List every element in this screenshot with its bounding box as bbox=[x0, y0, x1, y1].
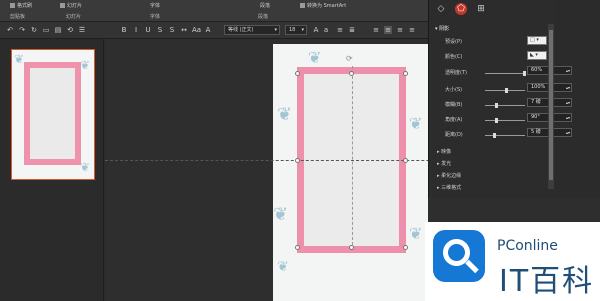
resize-handle[interactable] bbox=[403, 158, 408, 163]
redo-icon[interactable]: ↷ bbox=[18, 26, 26, 34]
layout-icon[interactable]: ▤ bbox=[54, 26, 62, 34]
resize-handle[interactable] bbox=[295, 158, 300, 163]
size-label: 大小(S) bbox=[445, 87, 463, 93]
leaf-decoration: ❦ bbox=[409, 224, 423, 243]
change-case-icon[interactable]: Aa bbox=[192, 26, 201, 34]
ribbon-paragraph-group: 段落 bbox=[260, 3, 271, 9]
angle-slider[interactable] bbox=[485, 118, 525, 123]
fill-line-tab-icon[interactable]: ◇ bbox=[435, 3, 447, 15]
justify-icon[interactable]: ≡ bbox=[408, 26, 416, 34]
scrollbar-thumb[interactable] bbox=[549, 30, 553, 180]
resize-handle[interactable] bbox=[295, 245, 300, 250]
thumbnail-pink-frame bbox=[24, 62, 81, 165]
slider-knob[interactable] bbox=[523, 71, 526, 76]
bold-icon[interactable]: B bbox=[120, 26, 128, 34]
italic-icon[interactable]: I bbox=[132, 26, 140, 34]
size-properties-tab-icon[interactable]: ⊞ bbox=[475, 3, 487, 15]
align-center-icon[interactable]: ≡ bbox=[384, 26, 392, 34]
resize-handle[interactable] bbox=[349, 245, 354, 250]
slider-knob[interactable] bbox=[495, 103, 498, 108]
leaf-decoration: ❦ bbox=[409, 114, 423, 133]
preset-label: 预设(P) bbox=[445, 39, 462, 45]
font-shrink-icon[interactable]: a bbox=[322, 26, 330, 34]
shadow-text-icon[interactable]: S bbox=[168, 26, 176, 34]
leaf-decoration: ❦ bbox=[14, 52, 25, 66]
char-spacing-icon[interactable]: ↔ bbox=[180, 26, 188, 34]
pconline-logo-icon bbox=[433, 230, 485, 282]
shadow-section-header[interactable]: ▾ 阴影 bbox=[435, 25, 449, 32]
leaf-decoration: ❦ bbox=[308, 48, 322, 67]
slide-thumbnail[interactable]: ❦ ❦ ❦ bbox=[11, 49, 95, 180]
section-icon[interactable]: ☰ bbox=[78, 26, 86, 34]
leaf-decoration: ❦ bbox=[273, 204, 289, 225]
leaf-decoration: ❦ bbox=[277, 104, 293, 125]
format-shape-pane: ◇ ⬠ ⊞ ▾ 阴影 预设(P) □ ▾ 颜色(C) ◣ ▾ 透明度(T) 60… bbox=[428, 0, 572, 198]
ribbon-label-clipboard: 剪贴板 bbox=[10, 14, 26, 20]
format-painter-icon bbox=[10, 3, 15, 8]
leaf-decoration: ❦ bbox=[277, 259, 289, 275]
3d-format-section[interactable]: ▸ 三维格式 bbox=[437, 184, 461, 191]
watermark-brand: PConline bbox=[497, 238, 558, 254]
ribbon-slide-group[interactable]: 幻灯片 bbox=[60, 2, 82, 9]
watermark-name: IT百科 bbox=[499, 264, 595, 299]
resize-handle[interactable] bbox=[403, 245, 408, 250]
undo-icon[interactable]: ↶ bbox=[6, 26, 14, 34]
soft-edges-section[interactable]: ▸ 柔化边缘 bbox=[437, 172, 461, 179]
align-left-icon[interactable]: ≡ bbox=[372, 26, 380, 34]
pconline-watermark: PConline IT百科 bbox=[425, 222, 600, 301]
slide[interactable]: ❦ ❦ ❦ ❦ ❦ ❦ bbox=[273, 44, 428, 301]
leaf-decoration: ❦ bbox=[80, 58, 91, 72]
slide-icon bbox=[60, 3, 65, 8]
font-name-select[interactable]: 等线 (正文) ▾ bbox=[224, 25, 280, 35]
pane-scrollbar[interactable] bbox=[548, 24, 554, 189]
smartart-icon bbox=[300, 3, 305, 8]
magnifier-handle bbox=[465, 259, 479, 274]
font-size-select[interactable]: 18 ▾ bbox=[285, 25, 307, 35]
transparency-slider[interactable] bbox=[485, 71, 526, 76]
color-dropdown[interactable]: ◣ ▾ bbox=[527, 51, 547, 60]
resize-handle[interactable] bbox=[349, 71, 354, 76]
refresh-icon[interactable]: ↻ bbox=[30, 26, 38, 34]
smart-guide-vertical bbox=[352, 66, 353, 250]
leaf-decoration: ❦ bbox=[80, 160, 91, 174]
ribbon-label-slides: 幻灯片 bbox=[66, 14, 82, 20]
resize-handle[interactable] bbox=[295, 71, 300, 76]
angle-label: 角度(A) bbox=[445, 117, 463, 123]
align-right-icon[interactable]: ≡ bbox=[396, 26, 404, 34]
pane-tabs: ◇ ⬠ ⊞ bbox=[429, 0, 555, 22]
transparency-label: 透明度(T) bbox=[445, 70, 467, 76]
glow-section[interactable]: ▸ 发光 bbox=[437, 160, 451, 167]
new-slide-icon[interactable]: ▭ bbox=[42, 26, 50, 34]
slide-thumbnail-panel: ❦ ❦ ❦ bbox=[0, 39, 104, 301]
bullets-icon[interactable]: ≡ bbox=[336, 26, 344, 34]
distance-slider[interactable] bbox=[485, 133, 525, 138]
ribbon-label-font: 字体 bbox=[150, 14, 161, 20]
blur-label: 模糊(B) bbox=[445, 102, 463, 108]
blur-slider[interactable] bbox=[485, 103, 525, 108]
font-color-icon[interactable]: A bbox=[204, 26, 212, 34]
preset-dropdown[interactable]: □ ▾ bbox=[527, 36, 547, 45]
ribbon-smartart-button[interactable]: 转换为 SmartArt bbox=[300, 2, 346, 9]
ribbon-label-paragraph: 段落 bbox=[258, 14, 269, 20]
reflection-section[interactable]: ▸ 映像 bbox=[437, 148, 451, 155]
rotate-handle-icon[interactable]: ⟳ bbox=[346, 54, 353, 63]
reset-icon[interactable]: ⟲ bbox=[66, 26, 74, 34]
strikethrough-icon[interactable]: S bbox=[156, 26, 164, 34]
ribbon-format-painter[interactable]: 格式刷 bbox=[10, 2, 32, 9]
ribbon-font-group: 字体 bbox=[150, 3, 161, 9]
numbering-icon[interactable]: ≣ bbox=[348, 26, 356, 34]
underline-icon[interactable]: U bbox=[144, 26, 152, 34]
color-label: 颜色(C) bbox=[445, 54, 463, 60]
slider-knob[interactable] bbox=[505, 88, 508, 93]
distance-label: 距离(D) bbox=[445, 132, 463, 138]
size-slider[interactable] bbox=[485, 88, 525, 93]
slider-knob[interactable] bbox=[495, 118, 498, 123]
font-grow-icon[interactable]: A bbox=[312, 26, 320, 34]
resize-handle[interactable] bbox=[403, 71, 408, 76]
slider-knob[interactable] bbox=[493, 133, 496, 138]
effects-tab-icon[interactable]: ⬠ bbox=[455, 3, 467, 15]
